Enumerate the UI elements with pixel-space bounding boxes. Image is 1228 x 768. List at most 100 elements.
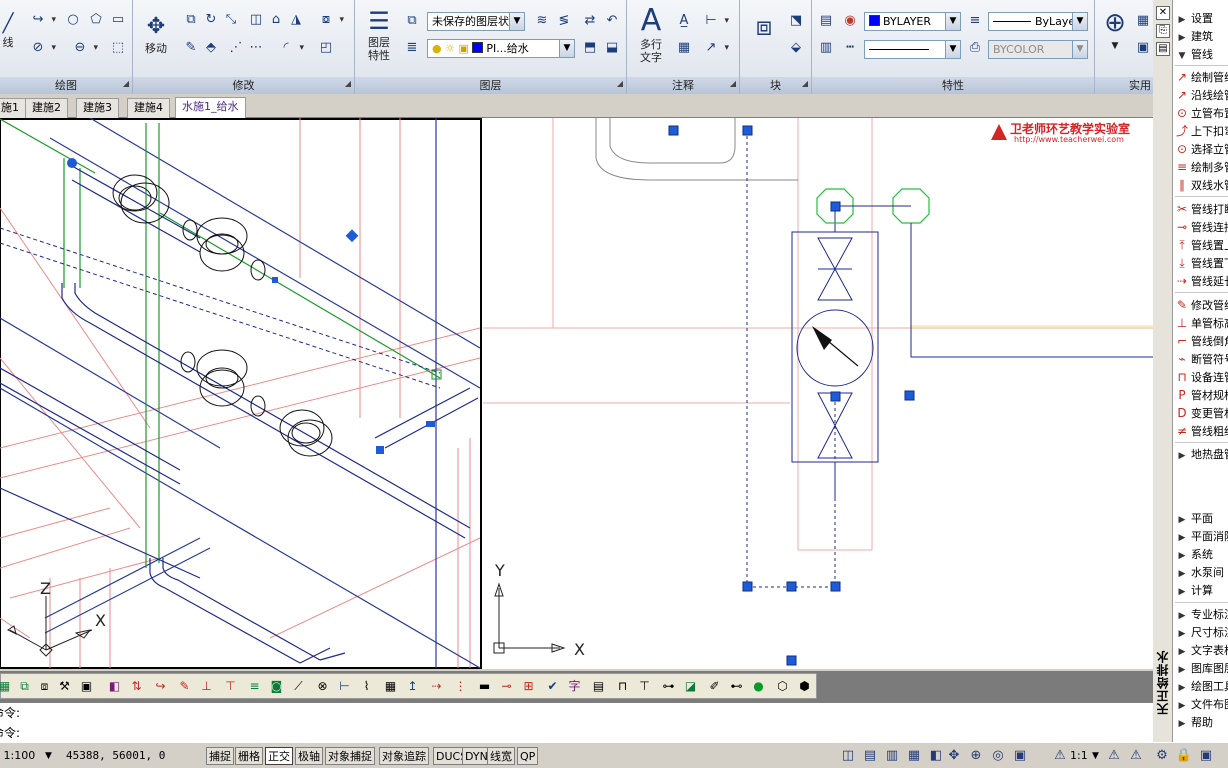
toggle-lineweight[interactable]: 线宽 <box>487 747 515 765</box>
layer-state-combo[interactable]: 未保存的图层状 ▼ <box>427 12 525 31</box>
match-properties-button[interactable]: ▤ <box>816 11 836 31</box>
layout4-icon[interactable]: ◧ <box>926 747 946 765</box>
layer-state-icon[interactable]: ⧉ <box>402 11 422 31</box>
layer-properties-button[interactable]: ☰ 图层 特性 <box>359 6 399 62</box>
tab-water-supply[interactable]: 水施1_给水 <box>175 97 246 118</box>
layer-previous-button[interactable]: ≶ <box>554 11 574 31</box>
toggle-snap[interactable]: 捕捉 <box>206 747 234 765</box>
tool-up-down-bend[interactable]: ⤴上下扣弯 <box>1173 122 1228 140</box>
trim-button[interactable]: ⌂ <box>266 10 286 30</box>
make-current-button[interactable]: ≣ <box>402 38 422 58</box>
category-settings[interactable]: ▶ 设置 <box>1173 10 1228 28</box>
left-viewport[interactable]: Z X <box>0 118 482 669</box>
dimension-button[interactable]: ⊢ <box>701 11 729 31</box>
category-plan[interactable]: ▶ 平面 <box>1173 510 1228 528</box>
quick-calc-button[interactable]: ▣ <box>1133 38 1153 58</box>
toggle-polar[interactable]: 极轴 <box>295 747 323 765</box>
tool-pipe-break[interactable]: ✂管线打断 <box>1173 200 1228 218</box>
layout2-icon[interactable]: ▥ <box>882 747 902 765</box>
tz-merge-icon[interactable]: ⧈ <box>35 677 54 696</box>
tz-flow-icon[interactable]: ◪ <box>681 677 700 696</box>
tool-modify-pipe[interactable]: ✎修改管线 <box>1173 296 1228 314</box>
tz-node-icon[interactable]: ⊶ <box>659 677 678 696</box>
tz-updown-icon[interactable]: ⇅ <box>127 677 146 696</box>
category-dimension[interactable]: ▶ 尺寸标注 <box>1173 624 1228 642</box>
tz-edit-pipe-icon[interactable]: ✎ <box>175 677 194 696</box>
tool-pipe-connect[interactable]: ⊸管线连接 <box>1173 218 1228 236</box>
zoom-button[interactable]: ⊕ ▼ <box>1097 8 1133 53</box>
tz-level-icon[interactable]: ⊓ <box>613 677 632 696</box>
tool-along-wall[interactable]: ↗沿线绘管 <box>1173 86 1228 104</box>
tz-tools-icon[interactable]: ⚒ <box>55 677 74 696</box>
layer-match-button[interactable]: ≋ <box>532 11 552 31</box>
category-system[interactable]: ▶ 系统 <box>1173 546 1228 564</box>
tz-block-icon[interactable]: ▬ <box>475 677 494 696</box>
category-help[interactable]: ▶ 帮助 <box>1173 714 1228 732</box>
tz-pipe-break-icon[interactable]: ⊤ <box>221 677 240 696</box>
tab-jianshi1[interactable]: 施1 <box>0 98 26 118</box>
layer-freeze-button[interactable]: ⬒ <box>580 38 600 58</box>
tz-check-icon[interactable]: ✔ <box>543 677 562 696</box>
category-floor-heating[interactable]: ▶ 地热盘管 <box>1173 446 1228 464</box>
lock-ui-icon[interactable]: 🔒 <box>1174 747 1194 765</box>
category-draw-tools[interactable]: ▶ 绘图工具 <box>1173 678 1228 696</box>
table-button[interactable]: ▦ <box>674 38 694 58</box>
rotate-button[interactable]: ↻ <box>201 10 221 30</box>
tool-multi-pipe[interactable]: ≡绘制多管 <box>1173 158 1228 176</box>
fillet-button[interactable]: ◜ <box>276 38 304 58</box>
arc-button[interactable]: ⊘ <box>28 38 56 58</box>
anno-scale-dropdown-icon[interactable]: ▼ <box>1092 747 1099 765</box>
palette-title-strip[interactable]: ✕ ⎘ ▤ 天正给排水 <box>1153 0 1173 742</box>
tab-jianshi2[interactable]: 建施2 <box>25 98 68 118</box>
tz-elev-icon[interactable]: ⊤ <box>635 677 654 696</box>
category-pump-room[interactable]: ▶ 水泵间 <box>1173 564 1228 582</box>
lineweight-combo[interactable]: ▼ <box>864 40 961 59</box>
mirror-button[interactable]: ◮ <box>286 10 306 30</box>
copy-button[interactable]: ⧉ <box>181 10 201 30</box>
annotation-scale[interactable]: 1:1 <box>1070 747 1088 765</box>
tool-single-elev[interactable]: ⊥单管标高 <box>1173 314 1228 332</box>
color-combo[interactable]: BYLAYER ▼ <box>864 12 961 31</box>
layer-off-button[interactable]: ⬓ <box>602 38 622 58</box>
right-viewport[interactable]: Y X 卫老师环艺教学实验室 http://www.teacherwei.com <box>483 118 1153 668</box>
scale-dropdown-icon[interactable]: ▼ <box>45 747 52 765</box>
workspace-gear-icon[interactable]: ⚙ <box>1152 747 1172 765</box>
tz-tap-icon[interactable]: ⊢ <box>335 677 354 696</box>
category-pipes[interactable]: ▼ 管线 <box>1173 46 1228 64</box>
tz-draw-line-icon[interactable]: ⟋ <box>289 677 308 696</box>
erase-button[interactable]: ✎ <box>181 38 201 58</box>
insert-block-button[interactable]: ⧈ <box>744 12 784 42</box>
category-file-layout[interactable]: ▶ 文件布图 <box>1173 696 1228 714</box>
circle-button[interactable]: ○ <box>63 10 83 30</box>
break-button[interactable]: ⋰ <box>226 38 246 58</box>
join-button[interactable]: ⋯ <box>246 38 266 58</box>
tz-table2-icon[interactable]: ▤ <box>589 677 608 696</box>
scale-button[interactable]: ⤡ <box>221 10 241 30</box>
tool-pipe-extend[interactable]: ⇢管线延长 <box>1173 272 1228 290</box>
tz-join-icon[interactable]: ⊷ <box>727 677 746 696</box>
tz-fixture-icon[interactable]: ◙ <box>267 677 286 696</box>
autohide-icon[interactable]: ⎘ <box>1156 24 1170 38</box>
tz-pipe-elev-icon[interactable]: ⊥ <box>197 677 216 696</box>
tz-draw-pipe-icon[interactable]: ↪ <box>151 677 170 696</box>
measure-button[interactable]: ▦ <box>1133 11 1153 31</box>
category-building[interactable]: ▶ 建筑 <box>1173 28 1228 46</box>
tz-link-icon[interactable]: ⊸ <box>497 677 516 696</box>
tool-pipe-thickness[interactable]: ≠管线粗细 <box>1173 422 1228 440</box>
color-wheel-icon[interactable]: ◉ <box>840 11 860 31</box>
layer-combo[interactable]: ● ☼ ▣ PI...给水 ▼ <box>427 39 575 58</box>
category-fire[interactable]: ▶ 平面消防 <box>1173 528 1228 546</box>
array-button[interactable]: ⧇ <box>316 10 344 30</box>
toggle-otrack[interactable]: 对象追踪 <box>379 747 429 765</box>
drawing-canvas[interactable]: Z X Y X 卫老师环艺教学实验室 http://www.teacherwei… <box>0 118 1153 669</box>
close-icon[interactable]: ✕ <box>1156 6 1170 20</box>
tz-layer-icon[interactable]: ▦ <box>0 677 14 696</box>
command-prompt-line[interactable]: 命令: <box>0 725 1143 741</box>
tool-pipe-bottom[interactable]: ⤓ 管线置下 <box>1173 254 1228 272</box>
tool-break-symbol[interactable]: ⌁ 断管符号 <box>1173 350 1228 368</box>
layout1-icon[interactable]: ▤ <box>860 747 880 765</box>
annotation-scale-icon[interactable]: ⚠ <box>1050 747 1070 765</box>
layer-unisolate-button[interactable]: ↶ <box>602 11 622 31</box>
toggle-qp[interactable]: QP <box>517 747 539 765</box>
layout3-icon[interactable]: ▦ <box>904 747 924 765</box>
